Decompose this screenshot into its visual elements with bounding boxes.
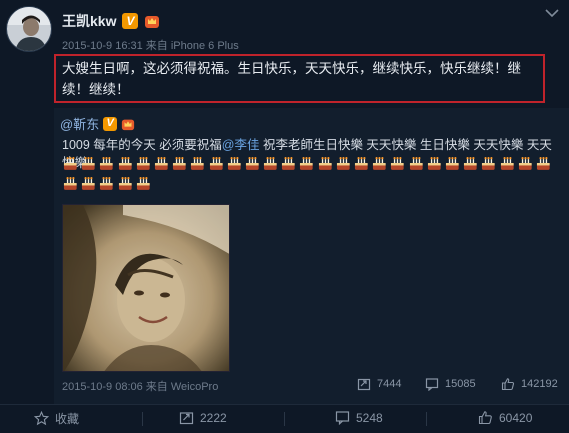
- repost-source: WeicoPro: [170, 381, 219, 393]
- repost-stat-comments[interactable]: 15085: [425, 377, 476, 391]
- birthday-cake-icon: [464, 157, 477, 170]
- repost-button-count: 2222: [200, 410, 227, 425]
- birthday-cake-icon: [118, 157, 132, 170]
- birthday-cake-icon: [409, 157, 423, 170]
- repost-timestamp[interactable]: 2015-10-9 08:06: [62, 381, 143, 393]
- birthday-cake-icon: [136, 177, 150, 190]
- birthday-cake-icon: [173, 157, 186, 170]
- action-separator: [142, 412, 143, 426]
- thumbs-up-icon: [478, 411, 492, 425]
- repost-icon: [357, 378, 371, 391]
- comment-button-count: 5248: [356, 410, 383, 425]
- verified-v-icon: V: [122, 13, 139, 29]
- birthday-cake-icon: [427, 157, 441, 170]
- repost-meta: 2015-10-9 08:06 来自 WeicoPro: [62, 378, 218, 394]
- repost-photo[interactable]: [62, 204, 230, 372]
- repost-stat-likes[interactable]: 142192: [501, 377, 558, 391]
- birthday-cake-icon: [209, 157, 223, 170]
- post-meta: 2015-10-9 16:31 来自 iPhone 6 Plus: [62, 37, 239, 53]
- action-separator: [284, 412, 285, 426]
- birthday-cake-icon: [518, 157, 532, 170]
- birthday-cake-icon: [100, 177, 114, 190]
- source-prefix: 来自: [145, 381, 168, 393]
- chevron-down-icon[interactable]: [545, 8, 559, 18]
- birthday-cake-icon: [245, 157, 259, 170]
- birthday-cake-icon: [191, 157, 204, 170]
- birthday-cake-icon: [482, 157, 495, 170]
- repost-author-name[interactable]: @靳东: [60, 114, 99, 133]
- author-row: 王凯kkw V: [62, 11, 160, 31]
- source-prefix: 来自: [145, 40, 168, 52]
- birthday-cake-icon: [264, 157, 277, 170]
- birthday-cake-icon: [336, 157, 350, 170]
- birthday-cake-icon: [300, 157, 314, 170]
- like-button[interactable]: 60420: [478, 410, 532, 425]
- like-button-count: 60420: [499, 410, 533, 425]
- post-timestamp[interactable]: 2015-10-9 16:31: [62, 40, 143, 52]
- comment-icon: [335, 411, 350, 425]
- repost-icon: [179, 412, 194, 425]
- post-text: 大嫂生日啊，这必须得祝福。生日快乐，天天快乐，继续快乐，快乐继续！继续！继续！: [62, 61, 521, 97]
- favorite-button[interactable]: 收藏: [34, 410, 79, 427]
- crown-icon: [122, 119, 135, 130]
- birthday-cake-icon: [63, 177, 77, 190]
- comment-button[interactable]: 5248: [335, 410, 383, 425]
- repost-author-row: @靳东 V: [60, 114, 135, 133]
- birthday-cake-icon: [536, 157, 550, 170]
- comment-icon: [425, 378, 439, 391]
- birthday-cake-icon: [318, 157, 332, 170]
- verified-v-icon: V: [103, 116, 118, 131]
- cake-emoji-row: [62, 175, 151, 192]
- cake-emoji-row: [62, 155, 551, 172]
- action-separator: [426, 412, 427, 426]
- birthday-cake-icon: [63, 157, 77, 170]
- birthday-cake-icon: [82, 157, 95, 170]
- birthday-cake-icon: [82, 177, 95, 190]
- mention-link[interactable]: @李佳: [222, 138, 260, 152]
- like-count: 142192: [521, 378, 558, 390]
- favorite-label: 收藏: [55, 412, 80, 426]
- birthday-cake-icon: [445, 157, 459, 170]
- repost-button[interactable]: 2222: [179, 410, 227, 425]
- birthday-cake-icon: [391, 157, 405, 170]
- birthday-cake-icon: [500, 157, 514, 170]
- repost-count: 7444: [377, 378, 402, 390]
- birthday-cake-icon: [227, 157, 241, 170]
- repost-text-before: 1009 每年的今天 必须要祝福: [62, 138, 222, 152]
- thumbs-up-icon: [501, 378, 515, 391]
- comment-count: 15085: [445, 378, 476, 390]
- crown-icon: [145, 16, 160, 28]
- birthday-cake-icon: [354, 157, 368, 170]
- birthday-cake-icon: [118, 177, 132, 190]
- author-avatar[interactable]: [6, 6, 52, 52]
- birthday-cake-icon: [100, 157, 114, 170]
- birthday-cake-icon: [282, 157, 295, 170]
- birthday-cake-icon: [373, 157, 386, 170]
- birthday-cake-icon: [136, 157, 150, 170]
- star-icon: [34, 411, 49, 426]
- author-name[interactable]: 王凯kkw: [62, 11, 116, 31]
- birthday-cake-icon: [154, 157, 168, 170]
- post-source: iPhone 6 Plus: [170, 40, 239, 52]
- repost-stat-reposts[interactable]: 7444: [357, 377, 401, 391]
